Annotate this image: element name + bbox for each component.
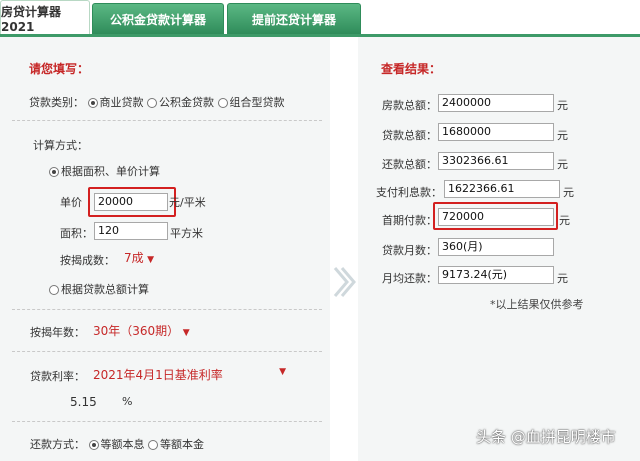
dropdown-arrow-icon: ▼ <box>182 328 190 338</box>
rate-select[interactable]: 2021年4月1日基准利率 ▼ <box>93 366 290 383</box>
divider <box>12 309 322 310</box>
result-label-down-payment: 首期付款： <box>382 214 437 227</box>
rate-number[interactable]: 5.15 <box>70 395 97 409</box>
dropdown-arrow-icon: ▼ <box>279 367 286 377</box>
divider <box>12 351 322 352</box>
result-months: 360(月) <box>438 238 554 256</box>
calc-method-label: 计算方式： <box>33 139 88 152</box>
result-label-monthly-payment: 月均还款： <box>382 272 437 285</box>
result-label-repay-total: 还款总额： <box>382 158 437 171</box>
repay-label: 还款方式： <box>30 438 85 451</box>
radio-provident-fund-loan[interactable] <box>147 98 157 108</box>
years-label: 按揭年数： <box>30 326 85 339</box>
years-select[interactable]: 30年（360期） ▼ <box>93 322 190 339</box>
result-unit: 元 <box>557 158 568 171</box>
down-payment-highlight <box>433 202 558 230</box>
tab-mortgage-calculator[interactable]: 房贷计算器2021 <box>0 0 90 35</box>
calc-method-option-area: 根据面积、单价计算 <box>49 163 160 179</box>
result-loan-total: 1680000 <box>438 123 554 141</box>
unit-price-unit: 元/平米 <box>169 196 206 209</box>
tab-label: 房贷计算器2021 <box>1 4 62 34</box>
watermark: 头条 @血拼昆明楼市 <box>476 428 616 446</box>
result-unit: 元 <box>557 129 568 142</box>
result-interest: 1622366.61 <box>444 180 560 198</box>
result-house-total: 2400000 <box>438 94 554 112</box>
option-combined-loan: 组合型贷款 <box>229 96 285 109</box>
result-label-loan-total: 贷款总额： <box>382 129 437 142</box>
tab-label: 提前还贷计算器 <box>251 12 336 27</box>
unit-price-label: 单价 <box>60 196 82 209</box>
ratio-label: 按揭成数： <box>60 254 115 267</box>
result-label-house-total: 房款总额： <box>382 99 437 112</box>
option-by-area-price-label: 根据面积、单价计算 <box>61 165 160 178</box>
radio-by-area-price[interactable] <box>49 167 59 177</box>
rate-value: 2021年4月1日基准利率 <box>93 368 223 382</box>
tab-prepayment-calculator[interactable]: 提前还贷计算器 <box>227 3 361 34</box>
result-label-months: 贷款月数： <box>382 244 437 257</box>
ratio-row: 按揭成数： <box>60 252 115 268</box>
result-unit: 元 <box>557 272 568 285</box>
divider <box>12 421 322 422</box>
divider <box>12 120 322 121</box>
loan-type-label: 贷款类别： <box>29 96 84 109</box>
ratio-select[interactable]: 7成 ▼ <box>124 249 154 266</box>
chevron-right-icon <box>333 267 356 297</box>
calc-method-option-total: 根据贷款总额计算 <box>49 281 149 297</box>
option-equal-principal: 等额本金 <box>160 438 204 451</box>
result-label-interest: 支付利息款： <box>376 186 442 199</box>
rate-unit: % <box>122 395 133 408</box>
result-monthly-payment: 9173.24(元) <box>438 266 554 284</box>
area-label: 面积： <box>60 227 93 240</box>
result-unit: 元 <box>563 186 574 199</box>
option-provident-fund-loan: 公积金贷款 <box>159 96 214 109</box>
result-note: *以上结果仅供参考 <box>490 298 584 311</box>
option-commercial-loan: 商业贷款 <box>99 96 144 109</box>
result-unit: 元 <box>557 99 568 112</box>
result-unit: 元 <box>559 214 570 227</box>
unit-price-highlight <box>88 187 176 217</box>
option-by-loan-total-label: 根据贷款总额计算 <box>61 283 149 296</box>
input-panel-title: 请您填写： <box>29 62 90 76</box>
tab-label: 公积金贷款计算器 <box>109 12 206 27</box>
radio-commercial-loan[interactable] <box>87 98 98 108</box>
years-value: 30年（360期） <box>93 324 180 338</box>
radio-equal-installment[interactable] <box>88 440 99 450</box>
area-input[interactable]: 120 <box>94 222 168 240</box>
tab-provident-fund-calculator[interactable]: 公积金贷款计算器 <box>92 3 224 34</box>
option-equal-installment: 等额本息 <box>100 438 145 451</box>
radio-equal-principal[interactable] <box>148 440 158 450</box>
area-unit: 平方米 <box>170 227 203 240</box>
ratio-value: 7成 <box>124 251 144 265</box>
result-panel-title: 查看结果： <box>381 62 442 76</box>
result-repay-total: 3302366.61 <box>438 152 554 170</box>
dropdown-arrow-icon: ▼ <box>147 255 155 265</box>
rate-label: 贷款利率： <box>30 370 85 383</box>
radio-by-loan-total[interactable] <box>49 285 59 295</box>
radio-combined-loan[interactable] <box>217 98 228 108</box>
loan-type-row: 贷款类别： 商业贷款 公积金贷款 组合型贷款 <box>29 94 285 110</box>
repay-row: 还款方式： 等额本息 等额本金 <box>30 436 204 452</box>
